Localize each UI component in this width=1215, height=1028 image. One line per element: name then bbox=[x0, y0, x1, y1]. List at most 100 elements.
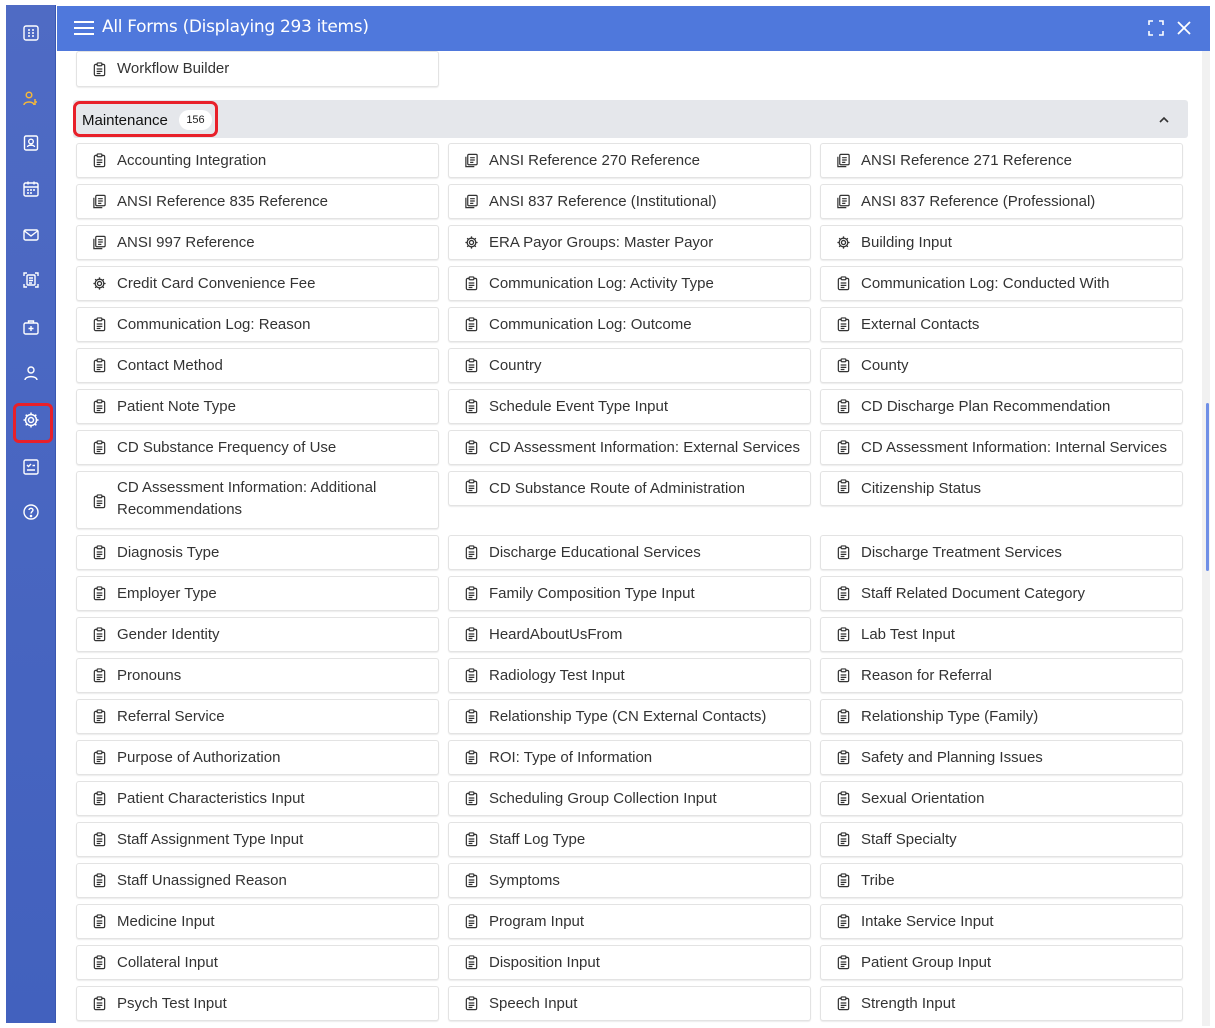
form-card-ansi-837-reference-institutional[interactable]: ANSI 837 Reference (Institutional) bbox=[448, 184, 811, 219]
form-card-label: Communication Log: Outcome bbox=[489, 315, 692, 333]
form-card-workflow-builder[interactable]: Workflow Builder bbox=[76, 51, 439, 87]
form-card-staff-log-type[interactable]: Staff Log Type bbox=[448, 822, 811, 857]
form-card-label: Schedule Event Type Input bbox=[489, 397, 669, 415]
form-card-staff-related-document-category[interactable]: Staff Related Document Category bbox=[820, 576, 1183, 611]
form-card-ansi-reference-835-reference[interactable]: ANSI Reference 835 Reference bbox=[76, 184, 439, 219]
form-card-lab-test-input[interactable]: Lab Test Input bbox=[820, 617, 1183, 652]
form-card-referral-service[interactable]: Referral Service bbox=[76, 699, 439, 734]
form-card-speech-input[interactable]: Speech Input bbox=[448, 986, 811, 1021]
document-scan-icon[interactable] bbox=[6, 263, 56, 297]
form-card-discharge-educational-services[interactable]: Discharge Educational Services bbox=[448, 535, 811, 570]
user-key-icon[interactable] bbox=[6, 82, 56, 116]
form-card-relationship-type-family[interactable]: Relationship Type (Family) bbox=[820, 699, 1183, 734]
medical-case-icon[interactable] bbox=[6, 310, 56, 344]
form-card-building-input[interactable]: Building Input bbox=[820, 225, 1183, 260]
form-card-strength-input[interactable]: Strength Input bbox=[820, 986, 1183, 1021]
section-header-maintenance[interactable]: Maintenance 156 bbox=[73, 100, 1188, 138]
form-card-citizenship-status[interactable]: Citizenship Status bbox=[820, 471, 1183, 506]
form-card-ansi-997-reference[interactable]: ANSI 997 Reference bbox=[76, 225, 439, 260]
form-card-cd-assessment-information-external-services[interactable]: CD Assessment Information: External Serv… bbox=[448, 430, 811, 465]
form-card-cd-discharge-plan-recommendation[interactable]: CD Discharge Plan Recommendation bbox=[820, 389, 1183, 424]
document-copy-icon bbox=[91, 194, 107, 210]
form-card-ansi-837-reference-professional[interactable]: ANSI 837 Reference (Professional) bbox=[820, 184, 1183, 219]
form-card-cd-assessment-information-additional-recommendations[interactable]: CD Assessment Information: Additional Re… bbox=[76, 471, 439, 529]
scrollbar-thumb[interactable] bbox=[1206, 403, 1209, 571]
form-card-intake-service-input[interactable]: Intake Service Input bbox=[820, 904, 1183, 939]
form-card-reason-for-referral[interactable]: Reason for Referral bbox=[820, 658, 1183, 693]
person-icon[interactable] bbox=[6, 356, 56, 390]
form-card-communication-log-reason[interactable]: Communication Log: Reason bbox=[76, 307, 439, 342]
form-card-scheduling-group-collection-input[interactable]: Scheduling Group Collection Input bbox=[448, 781, 811, 816]
form-card-roi-type-of-information[interactable]: ROI: Type of Information bbox=[448, 740, 811, 775]
form-card-country[interactable]: Country bbox=[448, 348, 811, 383]
chevron-up-icon[interactable] bbox=[1157, 112, 1171, 126]
form-card-relationship-type-cn-external-contacts[interactable]: Relationship Type (CN External Contacts) bbox=[448, 699, 811, 734]
form-card-pronouns[interactable]: Pronouns bbox=[76, 658, 439, 693]
form-card-communication-log-conducted-with[interactable]: Communication Log: Conducted With bbox=[820, 266, 1183, 301]
form-card-patient-characteristics-input[interactable]: Patient Characteristics Input bbox=[76, 781, 439, 816]
form-card-credit-card-convenience-fee[interactable]: Credit Card Convenience Fee bbox=[76, 266, 439, 301]
form-card-symptoms[interactable]: Symptoms bbox=[448, 863, 811, 898]
form-card-schedule-event-type-input[interactable]: Schedule Event Type Input bbox=[448, 389, 811, 424]
form-card-collateral-input[interactable]: Collateral Input bbox=[76, 945, 439, 980]
form-card-label: Scheduling Group Collection Input bbox=[489, 789, 717, 807]
form-card-label: Relationship Type (Family) bbox=[861, 707, 1039, 725]
help-icon[interactable] bbox=[6, 495, 56, 529]
form-card-accounting-integration[interactable]: Accounting Integration bbox=[76, 143, 439, 178]
form-card-cd-substance-route-of-administration[interactable]: CD Substance Route of Administration bbox=[448, 471, 811, 506]
form-card-patient-note-type[interactable]: Patient Note Type bbox=[76, 389, 439, 424]
document-copy-icon bbox=[463, 153, 479, 169]
form-card-family-composition-type-input[interactable]: Family Composition Type Input bbox=[448, 576, 811, 611]
form-card-psych-test-input[interactable]: Psych Test Input bbox=[76, 986, 439, 1021]
form-card-safety-and-planning-issues[interactable]: Safety and Planning Issues bbox=[820, 740, 1183, 775]
clipboard-icon bbox=[91, 750, 107, 766]
form-card-staff-specialty[interactable]: Staff Specialty bbox=[820, 822, 1183, 857]
form-card-medicine-input[interactable]: Medicine Input bbox=[76, 904, 439, 939]
form-card-staff-unassigned-reason[interactable]: Staff Unassigned Reason bbox=[76, 863, 439, 898]
expand-icon[interactable] bbox=[1147, 19, 1165, 37]
form-card-label: Program Input bbox=[489, 912, 585, 930]
form-card-purpose-of-authorization[interactable]: Purpose of Authorization bbox=[76, 740, 439, 775]
form-card-tribe[interactable]: Tribe bbox=[820, 863, 1183, 898]
settings-gear-icon[interactable] bbox=[6, 403, 56, 443]
form-card-discharge-treatment-services[interactable]: Discharge Treatment Services bbox=[820, 535, 1183, 570]
form-card-external-contacts[interactable]: External Contacts bbox=[820, 307, 1183, 342]
clipboard-icon bbox=[463, 399, 479, 415]
clipboard-icon bbox=[91, 317, 107, 333]
checklist-icon[interactable] bbox=[6, 450, 56, 484]
form-card-label: Pronouns bbox=[117, 666, 182, 684]
form-card-radiology-test-input[interactable]: Radiology Test Input bbox=[448, 658, 811, 693]
form-card-communication-log-outcome[interactable]: Communication Log: Outcome bbox=[448, 307, 811, 342]
calendar-icon[interactable] bbox=[6, 172, 56, 206]
form-card-program-input[interactable]: Program Input bbox=[448, 904, 811, 939]
close-icon[interactable] bbox=[1174, 18, 1194, 38]
clipboard-icon bbox=[835, 914, 851, 930]
clipboard-icon bbox=[91, 440, 107, 456]
form-card-employer-type[interactable]: Employer Type bbox=[76, 576, 439, 611]
clipboard-icon bbox=[91, 586, 107, 602]
hamburger-menu-icon[interactable] bbox=[73, 18, 95, 38]
form-card-gender-identity[interactable]: Gender Identity bbox=[76, 617, 439, 652]
contact-card-icon[interactable] bbox=[6, 126, 56, 160]
form-card-heardaboutusfrom[interactable]: HeardAboutUsFrom bbox=[448, 617, 811, 652]
form-card-label: Psych Test Input bbox=[117, 994, 227, 1012]
form-card-cd-assessment-information-internal-services[interactable]: CD Assessment Information: Internal Serv… bbox=[820, 430, 1183, 465]
mail-icon[interactable] bbox=[6, 218, 56, 252]
form-card-contact-method[interactable]: Contact Method bbox=[76, 348, 439, 383]
form-card-label: ERA Payor Groups: Master Payor bbox=[489, 233, 714, 251]
form-card-era-payor-groups-master-payor[interactable]: ERA Payor Groups: Master Payor bbox=[448, 225, 811, 260]
form-card-label: Building Input bbox=[861, 233, 952, 251]
form-card-disposition-input[interactable]: Disposition Input bbox=[448, 945, 811, 980]
form-card-ansi-reference-270-reference[interactable]: ANSI Reference 270 Reference bbox=[448, 143, 811, 178]
form-card-cd-substance-frequency-of-use[interactable]: CD Substance Frequency of Use bbox=[76, 430, 439, 465]
form-card-communication-log-activity-type[interactable]: Communication Log: Activity Type bbox=[448, 266, 811, 301]
form-card-county[interactable]: County bbox=[820, 348, 1183, 383]
form-card-ansi-reference-271-reference[interactable]: ANSI Reference 271 Reference bbox=[820, 143, 1183, 178]
form-card-diagnosis-type[interactable]: Diagnosis Type bbox=[76, 535, 439, 570]
form-card-staff-assignment-type-input[interactable]: Staff Assignment Type Input bbox=[76, 822, 439, 857]
form-card-label: Communication Log: Reason bbox=[117, 315, 311, 333]
form-card-sexual-orientation[interactable]: Sexual Orientation bbox=[820, 781, 1183, 816]
dashboard-grid-icon[interactable] bbox=[6, 16, 56, 50]
form-card-patient-group-input[interactable]: Patient Group Input bbox=[820, 945, 1183, 980]
form-card-label: Tribe bbox=[861, 871, 895, 889]
